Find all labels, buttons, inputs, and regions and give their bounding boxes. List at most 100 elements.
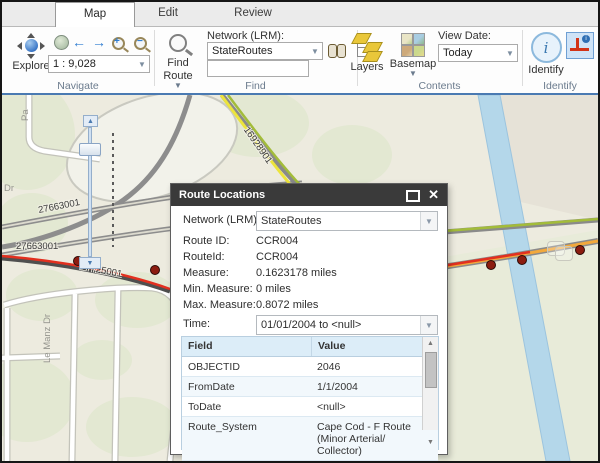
group-label-identify: Identify: [543, 80, 577, 92]
identify-label: Identify: [528, 64, 564, 76]
slider-down-button[interactable]: ▼: [79, 257, 101, 269]
street-name-label: Le Manz Dr: [42, 313, 53, 363]
table-row[interactable]: ToDate <null>: [182, 397, 438, 417]
scrollbar-thumb[interactable]: [425, 352, 437, 388]
layers-label: Layers: [350, 61, 384, 73]
explore-button[interactable]: Explore: [10, 33, 52, 72]
chevron-down-icon[interactable]: ▼: [308, 47, 322, 56]
attribute-table: Field Value OBJECTID 2046 FromDate 1/1/2…: [181, 336, 439, 461]
map-scale-combobox[interactable]: 1 : 9,028 ▼: [48, 55, 150, 73]
find-route-label-1: Find: [167, 57, 189, 69]
map-scale-value: 1 : 9,028: [53, 58, 96, 70]
explore-label: Explore: [12, 60, 50, 72]
route-tick-icon: [576, 38, 579, 50]
chevron-down-icon[interactable]: ▼: [135, 60, 149, 69]
ribbon-tabstrip: Map Edit Review: [2, 2, 598, 27]
network-lrm-combobox[interactable]: StateRoutes ▼: [207, 42, 323, 60]
chevron-down-icon[interactable]: ▼: [503, 49, 517, 58]
dialog-title: Route Locations: [179, 189, 266, 201]
tab-map[interactable]: Map: [55, 2, 135, 27]
dlg-network-label: Network (LRM):: [183, 214, 261, 226]
cell-value: 2046: [317, 361, 341, 373]
dlg-max-measure-value: 0.8072 miles: [256, 299, 319, 311]
table-scrollbar[interactable]: ▲ ▼: [422, 337, 438, 446]
dlg-time-label: Time:: [183, 318, 211, 330]
tab-edit[interactable]: Edit: [134, 2, 202, 25]
ribbon: Explore ← → 1 : 9,028 ▼ Navigate Find Ro…: [2, 27, 598, 93]
identify-info-icon: i: [530, 32, 562, 63]
dlg-routeid-label: Route ID:: [183, 235, 230, 247]
cell-value: 1/1/2004: [317, 381, 358, 393]
group-label-contents: Contents: [418, 80, 461, 92]
dlg-measure-label: Measure:: [183, 267, 229, 279]
dialog-titlebar[interactable]: Route Locations ✕: [171, 184, 447, 206]
group-label-find: Find: [245, 80, 266, 92]
group-separator: [522, 30, 523, 86]
scroll-down-icon[interactable]: ▼: [423, 436, 438, 449]
col-value: Value: [318, 340, 346, 352]
cell-field: Route_System: [188, 421, 257, 433]
route-shield-icon: [555, 246, 573, 261]
identify-button[interactable]: i Identify: [528, 32, 564, 76]
basemap-button[interactable]: Basemap ▼: [390, 33, 436, 78]
network-lrm-value: StateRoutes: [212, 45, 273, 57]
view-date-label: View Date:: [438, 30, 491, 42]
network-lrm-label: Network (LRM):: [207, 30, 285, 42]
dlg-max-measure-label: Max. Measure:: [183, 299, 256, 311]
chevron-down-icon[interactable]: ▼: [420, 212, 437, 230]
info-dot-icon: i: [582, 35, 590, 43]
layers-button[interactable]: Layers: [348, 32, 386, 73]
table-row[interactable]: FromDate 1/1/2004: [182, 377, 438, 397]
attribute-table-header: Field Value: [182, 337, 438, 357]
route-id-input[interactable]: [207, 60, 309, 77]
slider-up-button[interactable]: ▲: [83, 115, 98, 127]
scroll-up-icon[interactable]: ▲: [423, 337, 438, 350]
slider-tick-marks: [112, 133, 114, 247]
cell-field: OBJECTID: [188, 361, 240, 373]
maximize-icon[interactable]: [406, 190, 420, 202]
view-date-value: Today: [443, 47, 473, 59]
chevron-down-icon[interactable]: ▼: [420, 316, 437, 334]
dlg-network-value: StateRoutes: [261, 215, 322, 227]
cell-field: ToDate: [188, 401, 222, 413]
tab-review[interactable]: Review: [214, 2, 292, 25]
dlg-measure-value: 0.1623178 miles: [256, 267, 337, 279]
table-row[interactable]: Route_System Cape Cod - F Route (Minor A…: [182, 417, 438, 461]
group-label-navigate: Navigate: [57, 80, 99, 92]
dlg-time-value: 01/01/2004 to <null>: [261, 319, 362, 331]
dlg-routeid2-value: CCR004: [256, 251, 299, 263]
dlg-network-combobox[interactable]: StateRoutes ▼: [256, 211, 438, 231]
route-number-label: 27663001: [16, 241, 59, 252]
fixed-zoom-in-icon[interactable]: [112, 36, 125, 50]
dlg-routeid2-label: RouteId:: [183, 251, 225, 263]
application-window: Map Edit Review Explore ← → 1 : 9,028 ▼ …: [0, 0, 600, 463]
cell-value: <null>: [317, 401, 346, 413]
cell-value: Cape Cod - F Route (Minor Arterial/ Coll…: [317, 421, 411, 457]
identify-route-locations-tool-active[interactable]: i: [566, 32, 594, 59]
view-date-combobox[interactable]: Today ▼: [438, 44, 518, 62]
col-field: Field: [182, 337, 312, 356]
next-extent-icon[interactable]: →: [92, 35, 106, 49]
cell-field: FromDate: [188, 381, 235, 393]
route-line-icon: [570, 48, 589, 51]
group-separator: [154, 30, 155, 86]
full-extent-globe-icon[interactable]: [54, 35, 69, 50]
find-route-magnifier-icon: [169, 34, 187, 52]
chevron-down-icon: ▼: [409, 69, 417, 78]
previous-extent-icon[interactable]: ←: [72, 35, 86, 49]
dlg-time-combobox[interactable]: 01/01/2004 to <null> ▼: [256, 315, 438, 335]
basemap-icon: [401, 33, 425, 57]
dlg-routeid-value: CCR004: [256, 235, 299, 247]
street-name-label: Pa: [20, 109, 31, 121]
slider-thumb[interactable]: [79, 143, 101, 156]
dlg-min-measure-value: 0 miles: [256, 283, 291, 295]
fixed-zoom-out-icon[interactable]: [134, 36, 147, 50]
binoculars-find-icon[interactable]: [328, 44, 346, 58]
street-name-label: Dr: [4, 183, 15, 194]
table-row[interactable]: OBJECTID 2046: [182, 357, 438, 377]
dlg-min-measure-label: Min. Measure:: [183, 283, 253, 295]
route-locations-dialog: Route Locations ✕ Network (LRM): StateRo…: [170, 183, 448, 461]
layers-icon: [351, 32, 383, 62]
close-icon[interactable]: ✕: [428, 187, 439, 203]
explore-compass-icon: [16, 33, 46, 59]
